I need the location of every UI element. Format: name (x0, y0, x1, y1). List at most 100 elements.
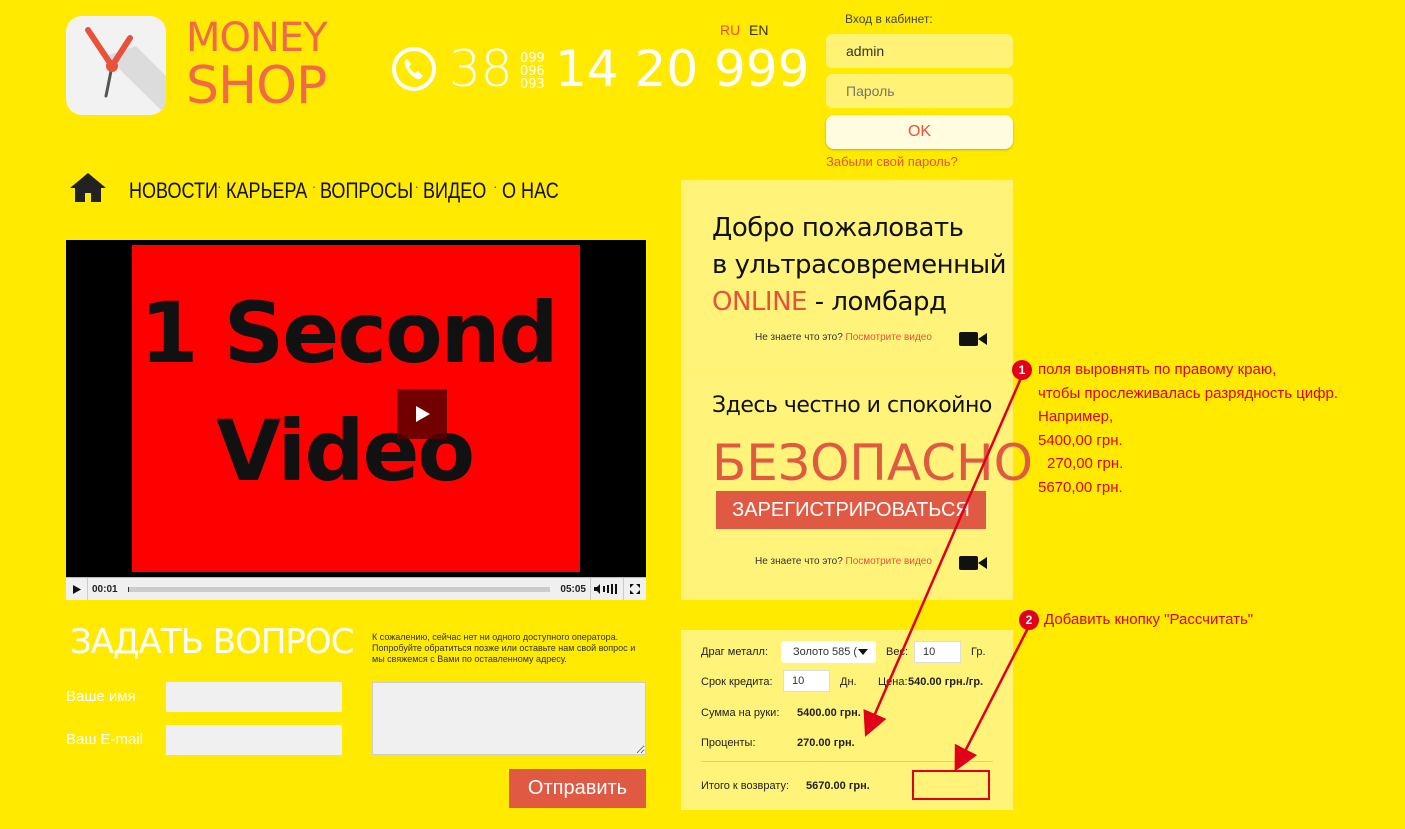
play-icon (72, 584, 81, 594)
welcome-line1: Добро пожаловать (712, 213, 964, 243)
video-current-time: 00:01 (92, 583, 118, 595)
metal-select[interactable]: Золото 585 ( (781, 641, 876, 663)
calculate-button-placeholder (912, 770, 990, 800)
phone-operator: 093 (520, 77, 545, 92)
welcome-text: Добро пожаловать в ультрасовременный ONL… (712, 210, 1007, 321)
login-username-input[interactable] (826, 34, 1013, 68)
video-title-line2: Video (216, 401, 475, 500)
name-label: Ваше имя (66, 688, 136, 705)
weight-input[interactable]: 10 (914, 641, 961, 663)
metal-select-value: Золото 585 ( (793, 646, 858, 658)
video-progress-fill (127, 586, 129, 592)
logo-clock-icon[interactable] (66, 16, 166, 115)
play-button[interactable] (397, 389, 447, 439)
phone-icon (392, 47, 436, 91)
login-password-input[interactable] (826, 74, 1013, 108)
brand-line1: MONEY (186, 15, 328, 61)
annotation-1-text: поля выровнять по правому краю, чтобы пр… (1038, 358, 1338, 499)
ask-question-note: К сожалению, сейчас нет ни одного доступ… (372, 632, 636, 664)
welcome-line3-rest: - ломбард (806, 287, 947, 317)
video-controls: 00:01 05:05 (66, 577, 646, 600)
welcome-panel: Добро пожаловать в ультрасовременный ONL… (687, 186, 1007, 368)
annotation-line: 5400,00 грн. (1038, 431, 1123, 449)
email-input[interactable] (166, 725, 342, 755)
nav-item-about[interactable]: О НАС (502, 178, 559, 204)
video-camera-icon[interactable] (959, 331, 987, 347)
price-value: 540.00 грн./гр. (908, 676, 984, 688)
brand-logo-text[interactable]: MONEY SHOP (186, 15, 328, 116)
weight-label: Вес: (886, 646, 909, 658)
note-text: Не знаете что это? (755, 332, 843, 343)
weight-unit: Гр. (971, 646, 986, 658)
welcome-online: ONLINE (712, 287, 807, 317)
lang-en-link[interactable]: EN (749, 22, 768, 38)
forgot-password-link[interactable]: Забыли свой пароль? (826, 154, 958, 169)
home-icon[interactable] (68, 171, 108, 203)
nav-separator: · (414, 178, 420, 194)
name-input[interactable] (166, 682, 342, 712)
nav-item-news[interactable]: НОВОСТИ (129, 178, 218, 204)
right-panel: Добро пожаловать в ультрасовременный ONL… (681, 180, 1033, 600)
login-title: Вход в кабинет: (845, 12, 933, 26)
annotation-line: 270,00 грн. (1047, 455, 1124, 472)
register-button[interactable]: ЗАРЕГИСТРИРОВАТЬСЯ (716, 491, 986, 529)
nav-item-questions[interactable]: ВОПРОСЫ (320, 178, 413, 204)
phone-country-code: 38 (449, 40, 513, 98)
calc-divider (701, 761, 993, 762)
nav-separator: · (311, 178, 317, 194)
play-icon (416, 406, 430, 422)
annotation-line: Например, (1038, 408, 1114, 425)
term-unit: Дн. (840, 676, 857, 688)
annotation-badge-1: 1 (1012, 360, 1032, 380)
lang-ru-link[interactable]: RU (720, 22, 740, 38)
nav-item-video[interactable]: ВИДЕО (423, 178, 486, 204)
annotation-line: 5670,00 грн. (1038, 478, 1123, 496)
main-nav: НОВОСТИ · КАРЬЕРА · ВОПРОСЫ · ВИДЕО · О … (129, 178, 562, 204)
nav-item-career[interactable]: КАРЬЕРА (226, 178, 307, 204)
phone-number: 14 20 999 (555, 40, 810, 98)
question-textarea[interactable] (372, 682, 646, 755)
email-label: Ваш E-mail (66, 731, 144, 748)
annotation-badge-2: 2 (1019, 610, 1039, 630)
volume-icon (594, 584, 617, 594)
volume-button[interactable] (590, 578, 624, 600)
dropdown-arrow-icon (858, 649, 868, 655)
brand-line2: SHOP (186, 56, 327, 116)
welcome-line3: ONLINE - ломбард (712, 284, 1006, 321)
total-label: Итого к возврату: (701, 780, 790, 792)
sum-value: 5400.00 грн. (797, 707, 861, 719)
annotation-2-text: Добавить кнопку "Рассчитать" (1044, 611, 1254, 628)
video-progress-track[interactable] (127, 586, 551, 592)
fullscreen-icon (630, 584, 640, 594)
safe-line: Здесь честно и спокойно (712, 393, 992, 418)
annotation-line: поля выровнять по правому краю, (1038, 361, 1277, 378)
ask-question-title: ЗАДАТЬ ВОПРОС (70, 622, 354, 662)
note-text: Не знаете что это? (755, 556, 843, 567)
fullscreen-button[interactable] (624, 578, 646, 600)
video-duration: 05:05 (560, 583, 586, 595)
welcome-video-note: Не знаете что это? Посмотрите видео (755, 332, 932, 343)
safe-panel: Здесь честно и спокойно БЕЗОПАСНО ЗАРЕГИ… (687, 376, 1033, 594)
loan-calculator: Драг металл: Золото 585 ( Вес: 10 Гр. Ср… (681, 630, 1013, 810)
percent-label: Проценты: (701, 737, 756, 749)
term-label: Срок кредита: (701, 676, 773, 688)
video-camera-icon[interactable] (959, 555, 987, 571)
phone-operator-codes: 099 096 093 (520, 52, 545, 91)
sum-label: Сумма на руки: (701, 707, 780, 719)
safe-video-note: Не знаете что это? Посмотрите видео (755, 556, 932, 567)
send-button[interactable]: Отправить (509, 769, 646, 808)
play-pause-button[interactable] (66, 578, 88, 600)
metal-label: Драг металл: (701, 646, 768, 658)
nav-separator: · (493, 178, 498, 194)
annotation-line: чтобы прослеживалась разрядность цифр. (1038, 384, 1339, 402)
percent-value: 270.00 грн. (797, 737, 855, 749)
welcome-line2: в ультрасовременный (712, 250, 1007, 280)
total-value: 5670.00 грн. (806, 780, 870, 792)
video-player[interactable]: 1 Second Video 00:01 05:05 (66, 240, 646, 600)
video-title-line1: 1 Second (140, 284, 559, 382)
term-input[interactable]: 10 (783, 670, 830, 692)
login-ok-button[interactable]: OK (826, 115, 1013, 149)
watch-video-link[interactable]: Посмотрите видео (846, 556, 932, 567)
watch-video-link[interactable]: Посмотрите видео (846, 332, 932, 343)
safe-big-text: БЕЗОПАСНО (712, 434, 1033, 492)
